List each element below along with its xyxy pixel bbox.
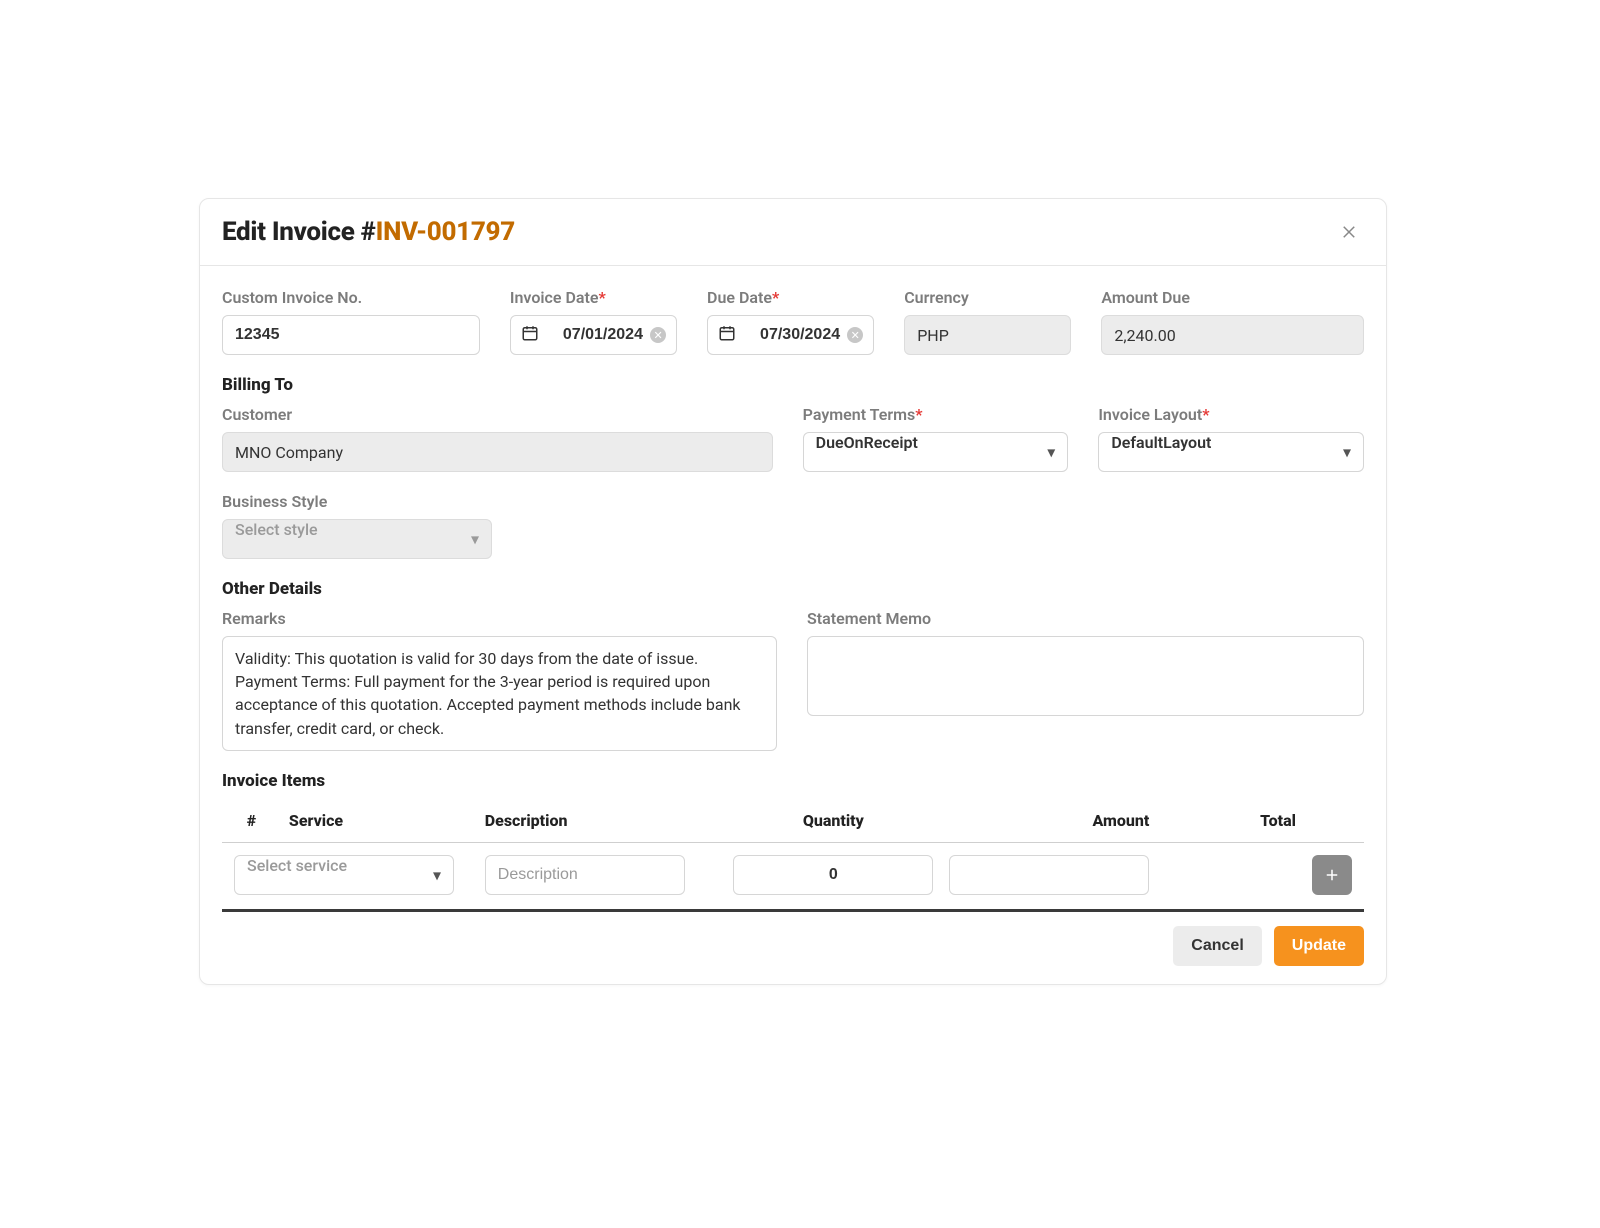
invoice-date-label: Invoice Date*: [510, 288, 677, 307]
quantity-input[interactable]: [733, 855, 933, 895]
custom-invoice-no-input[interactable]: [235, 316, 467, 354]
description-input[interactable]: [485, 855, 685, 895]
close-button[interactable]: [1334, 217, 1364, 247]
payment-terms-value: DueOnReceipt: [816, 433, 1056, 471]
amount-due-value: 2,240.00: [1101, 315, 1364, 355]
remarks-textarea[interactable]: Validity: This quotation is valid for 30…: [222, 636, 777, 751]
currency-value: PHP: [904, 315, 1071, 355]
statement-memo-field: Statement Memo: [807, 609, 1364, 716]
table-header-row: # Service Description Quantity Amount To…: [222, 801, 1364, 843]
modal-footer: Cancel Update: [200, 912, 1386, 984]
plus-icon: [1323, 866, 1341, 884]
table-row: Select service ▾: [222, 842, 1364, 910]
invoice-items-heading: Invoice Items: [222, 771, 1364, 791]
modal-header: Edit Invoice #INV-001797: [200, 199, 1386, 266]
amount-due-label: Amount Due: [1101, 288, 1364, 307]
service-placeholder: Select service: [247, 856, 441, 894]
col-service: Service: [281, 801, 477, 843]
statement-memo-label: Statement Memo: [807, 609, 1364, 628]
business-style-field: Business Style Select style ▾: [222, 492, 492, 559]
statement-memo-textarea[interactable]: [807, 636, 1364, 716]
calendar-icon: [521, 324, 539, 346]
col-amount: Amount: [941, 801, 1157, 843]
add-item-button[interactable]: [1312, 855, 1352, 895]
custom-invoice-no-label: Custom Invoice No.: [222, 288, 480, 307]
customer-value: MNO Company: [222, 432, 773, 472]
business-style-placeholder: Select style: [235, 520, 479, 558]
col-description: Description: [477, 801, 726, 843]
payment-terms-field: Payment Terms* DueOnReceipt ▾: [803, 405, 1069, 472]
invoice-items-table: # Service Description Quantity Amount To…: [222, 801, 1364, 912]
customer-label: Customer: [222, 405, 773, 424]
col-total: Total: [1157, 801, 1304, 843]
service-select[interactable]: Select service ▾: [234, 855, 454, 895]
business-style-label: Business Style: [222, 492, 492, 511]
amount-input[interactable]: [949, 855, 1149, 895]
invoice-number: INV-001797: [376, 217, 515, 247]
invoice-layout-field: Invoice Layout* DefaultLayout ▾: [1098, 405, 1364, 472]
remarks-label: Remarks: [222, 609, 777, 628]
edit-invoice-modal: Edit Invoice #INV-001797 Custom Invoice …: [199, 198, 1387, 985]
billing-to-heading: Billing To: [222, 375, 1364, 395]
due-date-field: Due Date* ✕: [707, 288, 874, 355]
due-date-label: Due Date*: [707, 288, 874, 307]
due-date-input-wrap[interactable]: ✕: [707, 315, 874, 355]
clear-icon[interactable]: ✕: [847, 327, 863, 343]
row-total: [1157, 842, 1304, 910]
invoice-layout-value: DefaultLayout: [1111, 433, 1351, 471]
custom-invoice-no-field: Custom Invoice No.: [222, 288, 480, 355]
title-prefix: Edit Invoice #: [222, 217, 376, 247]
col-quantity: Quantity: [725, 801, 941, 843]
modal-title: Edit Invoice #INV-001797: [222, 217, 515, 247]
invoice-layout-label: Invoice Layout*: [1098, 405, 1364, 424]
update-button[interactable]: Update: [1274, 926, 1364, 966]
customer-field: Customer MNO Company: [222, 405, 773, 472]
currency-field: Currency PHP: [904, 288, 1071, 355]
amount-due-field: Amount Due 2,240.00: [1101, 288, 1364, 355]
payment-terms-label: Payment Terms*: [803, 405, 1069, 424]
close-icon: [1340, 223, 1358, 241]
remarks-field: Remarks Validity: This quotation is vali…: [222, 609, 777, 751]
invoice-date-field: Invoice Date* ✕: [510, 288, 677, 355]
custom-invoice-no-input-wrap: [222, 315, 480, 355]
clear-icon[interactable]: ✕: [650, 327, 666, 343]
invoice-layout-select[interactable]: DefaultLayout ▾: [1098, 432, 1364, 472]
cancel-button[interactable]: Cancel: [1173, 926, 1261, 966]
due-date-input[interactable]: [720, 316, 861, 354]
business-style-select[interactable]: Select style ▾: [222, 519, 492, 559]
calendar-icon: [718, 324, 736, 346]
other-details-heading: Other Details: [222, 579, 1364, 599]
payment-terms-select[interactable]: DueOnReceipt ▾: [803, 432, 1069, 472]
invoice-date-input[interactable]: [523, 316, 664, 354]
invoice-date-input-wrap[interactable]: ✕: [510, 315, 677, 355]
col-index: #: [222, 801, 281, 843]
currency-label: Currency: [904, 288, 1071, 307]
